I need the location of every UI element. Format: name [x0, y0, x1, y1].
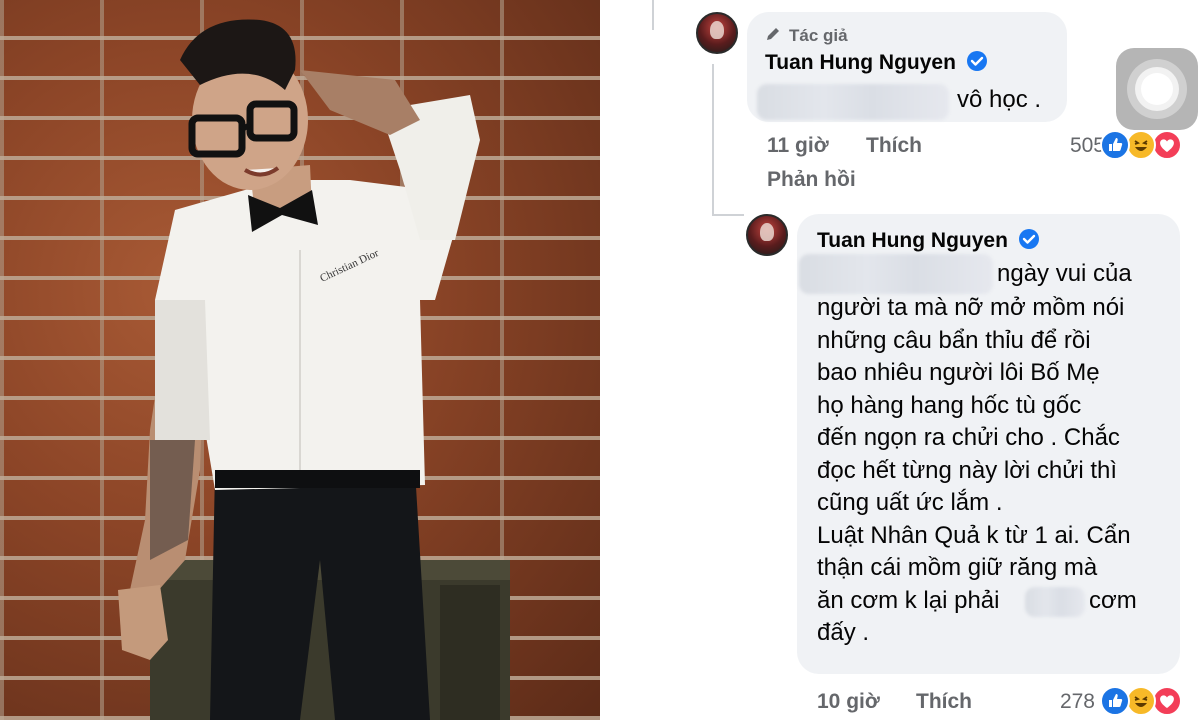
reply-line-7: đọc hết từng này lời chửi thì [817, 456, 1118, 484]
reply-line-2: người ta mà nỡ mở mồm nói [817, 294, 1125, 321]
reply-line-11-end: cơm [1089, 586, 1137, 614]
reply-reaction-count[interactable]: 278 [1035, 690, 1095, 714]
reply-line-4: bao nhiêu người lôi Bố Mẹ [817, 359, 1100, 386]
pen-icon [767, 28, 779, 40]
author-tag-label: Tác giả [789, 26, 848, 45]
thread-line-branch [712, 214, 744, 216]
reply-line-1: ngày vui của [997, 260, 1132, 287]
reply-line-3: những câu bẩn thỉu để rồi [817, 326, 1091, 354]
redacted-text [757, 84, 949, 120]
love-icon [1152, 686, 1182, 716]
reply-line-11: ăn cơm k lại phải [817, 586, 1000, 614]
comment-bubble-1: Tác giả Tuan Hung Nguyen vô học . [747, 12, 1067, 122]
reply-body: người ta mà nỡ mở mồm nói những câu bẩn … [817, 292, 1177, 650]
reply-reaction-icons[interactable] [1100, 686, 1190, 716]
reply-author-row: Tuan Hung Nguyen [817, 228, 1040, 253]
raised-forearm [300, 70, 420, 135]
reply-line-12: đấy . [817, 619, 870, 646]
love-icon [1152, 130, 1182, 160]
reply-line-6: đến ngọn ra chửi cho . Chắc [817, 424, 1120, 451]
redacted-word [1025, 586, 1085, 617]
comment-thread: Tác giả Tuan Hung Nguyen vô học . 11 giờ… [605, 0, 1200, 720]
man-illustration: Christian Dior [118, 19, 510, 720]
thread-line-reply [712, 64, 714, 214]
redacted-text [799, 254, 993, 294]
like-icon [1100, 130, 1130, 160]
reply-button[interactable]: Phản hồi [767, 168, 856, 192]
reply-like-button[interactable]: Thích [916, 690, 972, 714]
comment-text: vô học . [957, 86, 1042, 113]
verified-badge-icon [967, 51, 988, 71]
haha-icon [1126, 686, 1156, 716]
author-name[interactable]: Tuan Hung Nguyen [765, 51, 956, 74]
reply-line-9: Luật Nhân Quả k từ 1 ai. Cẩn [817, 521, 1131, 549]
like-icon [1100, 686, 1130, 716]
reaction-icons[interactable] [1100, 130, 1190, 160]
reply-time[interactable]: 10 giờ [817, 690, 880, 714]
comment-time[interactable]: 11 giờ [767, 134, 829, 158]
verified-badge-icon [1019, 229, 1040, 249]
reply-line-5: họ hàng hang hốc tù gốc [817, 391, 1082, 419]
thread-line-top [652, 0, 654, 30]
man-photo: Christian Dior [0, 0, 600, 720]
reply-line-8: cũng uất ức lắm . [817, 489, 1003, 516]
like-button[interactable]: Thích [866, 134, 922, 158]
reply-author-name[interactable]: Tuan Hung Nguyen [817, 229, 1008, 252]
comment-bubble-2: Tuan Hung Nguyen ngày vui của người ta m… [797, 214, 1180, 674]
reply-line-10: thận cái mồm giữ răng mà [817, 554, 1098, 581]
haha-icon [1126, 130, 1156, 160]
author-name-row: Tuan Hung Nguyen [765, 50, 988, 75]
assistive-touch-icon[interactable] [1116, 48, 1198, 130]
author-avatar[interactable] [696, 12, 738, 54]
author-tag: Tác giả [765, 26, 848, 46]
reply-line-11-row: ăn cơm k lại phải cơm [817, 585, 1177, 618]
reaction-count[interactable]: 505 [1045, 134, 1105, 158]
reply-author-avatar[interactable] [746, 214, 788, 256]
